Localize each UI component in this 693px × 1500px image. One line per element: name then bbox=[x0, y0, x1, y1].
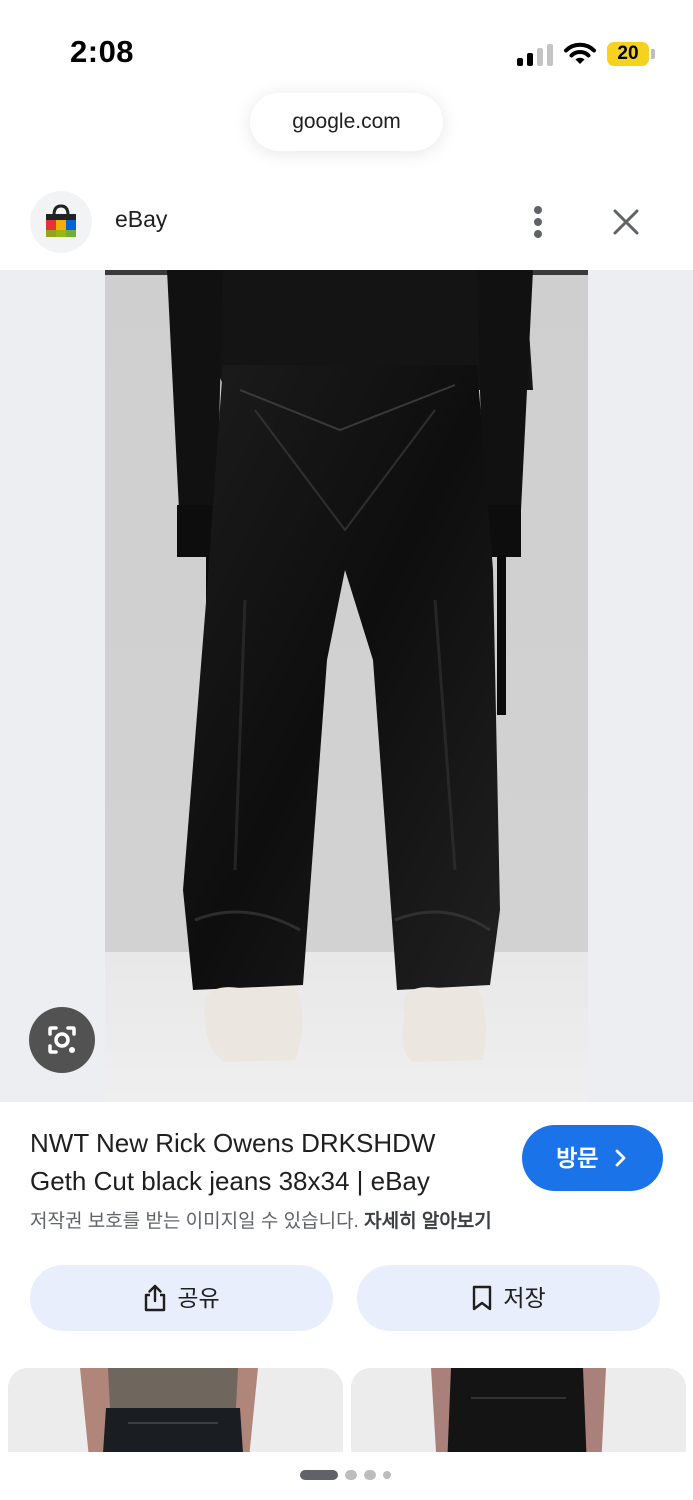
learn-more-link[interactable]: 자세히 알아보기 bbox=[364, 1211, 492, 1232]
visit-button[interactable]: 방문 bbox=[522, 1125, 663, 1191]
save-button[interactable]: 저장 bbox=[357, 1265, 660, 1331]
result-title[interactable]: NWT New Rick Owens DRKSHDW Geth Cut blac… bbox=[30, 1124, 490, 1200]
pagination-dot bbox=[345, 1470, 357, 1480]
image-viewer-page: 2:08 20 google.com eBay NWT New Rick Owe… bbox=[0, 0, 693, 1500]
pagination-dot bbox=[364, 1470, 376, 1480]
more-vert-icon[interactable] bbox=[522, 200, 554, 244]
ebay-logo-icon[interactable] bbox=[30, 191, 92, 253]
copyright-text: 저작권 보호를 받는 이미지일 수 있습니다. bbox=[30, 1211, 359, 1232]
source-name[interactable]: eBay bbox=[115, 206, 167, 233]
pagination-dot bbox=[383, 1471, 391, 1479]
save-label: 저장 bbox=[503, 1285, 546, 1311]
wifi-icon bbox=[564, 42, 596, 64]
url-bar[interactable]: google.com bbox=[250, 93, 443, 151]
status-time: 2:08 bbox=[70, 34, 135, 69]
battery-icon: 20 bbox=[607, 42, 649, 66]
visit-label: 방문 bbox=[556, 1145, 599, 1171]
google-lens-button[interactable] bbox=[29, 1007, 95, 1073]
product-image[interactable] bbox=[105, 270, 588, 1102]
battery-cap bbox=[651, 49, 655, 59]
share-label: 공유 bbox=[177, 1285, 220, 1311]
bookmark-icon bbox=[473, 1285, 492, 1311]
copyright-notice: 저작권 보호를 받는 이미지일 수 있습니다. 자세히 알아보기 bbox=[30, 1206, 492, 1233]
cellular-signal-icon bbox=[517, 44, 553, 66]
pagination-dot-active bbox=[300, 1470, 338, 1480]
lens-icon bbox=[48, 1026, 76, 1054]
chevron-right-icon bbox=[615, 1149, 626, 1167]
share-button[interactable]: 공유 bbox=[30, 1265, 333, 1331]
close-icon[interactable] bbox=[604, 200, 648, 244]
share-icon bbox=[145, 1284, 166, 1312]
